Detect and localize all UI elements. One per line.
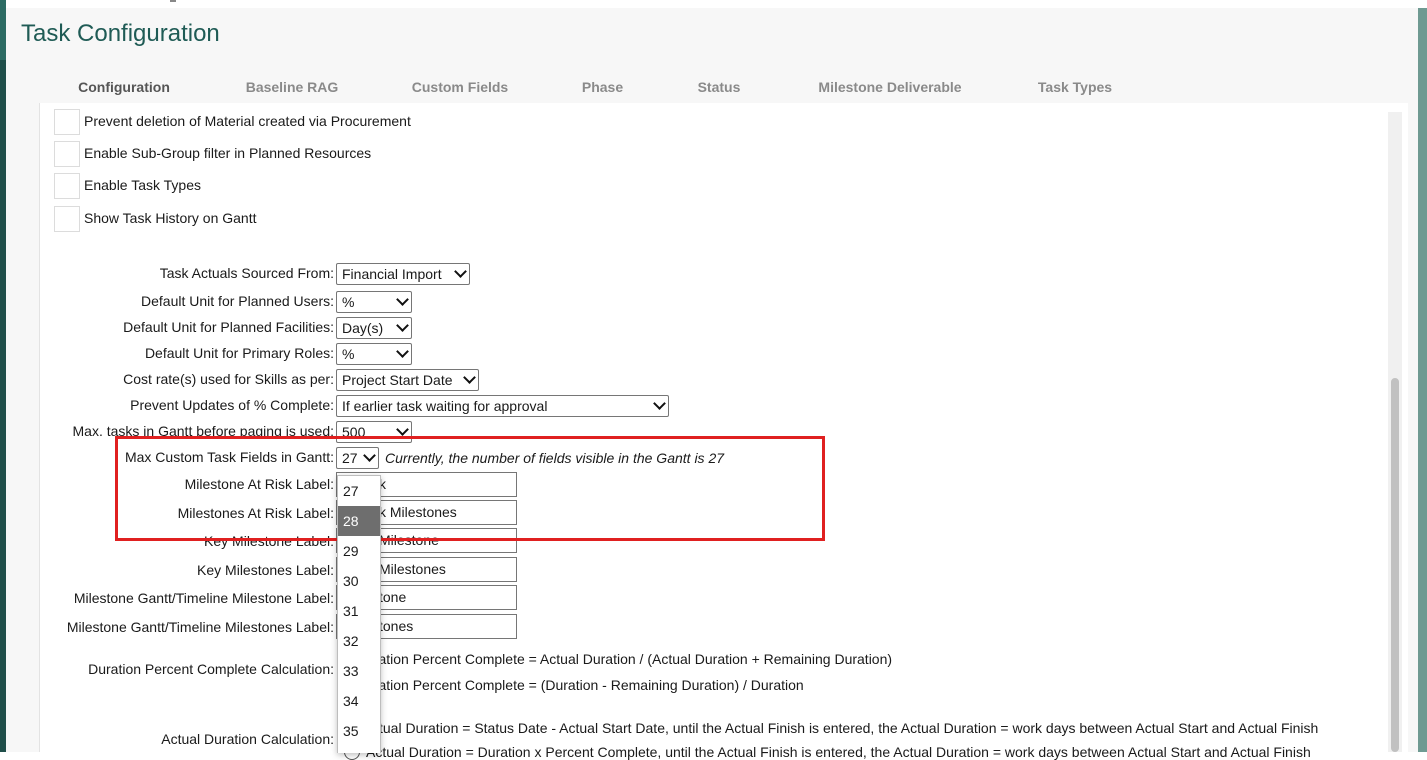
select-value: % [342, 346, 355, 362]
dropdown-option[interactable]: 35 [338, 716, 380, 746]
timeline-milestones-label: Milestone Gantt/Timeline Milestones Labe… [66, 619, 334, 635]
chevron-down-icon [463, 371, 476, 384]
task-actuals-select[interactable]: Financial Import [336, 263, 470, 285]
chevron-down-icon [396, 345, 409, 358]
dropdown-option[interactable]: 33 [338, 656, 380, 686]
select-value: Day(s) [342, 320, 384, 336]
select-value: % [342, 294, 355, 310]
select-value: Project Start Date [342, 372, 453, 388]
unit-planned-facilities-select[interactable]: Day(s) [336, 317, 412, 339]
unit-planned-facilities-label: Default Unit for Planned Facilities: [123, 319, 334, 335]
checkbox-label: Prevent deletion of Material created via… [84, 113, 411, 129]
dropdown-option[interactable]: 34 [338, 686, 380, 716]
top-strip [0, 0, 1427, 8]
unit-planned-users-select[interactable]: % [336, 291, 412, 313]
highlight-annotation-box [115, 436, 825, 541]
unit-planned-users-label: Default Unit for Planned Users: [141, 293, 334, 309]
cost-rate-select[interactable]: Project Start Date [336, 369, 479, 391]
prevent-updates-select[interactable]: If earlier task waiting for approval [336, 395, 669, 417]
duration-percent-label: Duration Percent Complete Calculation: [88, 661, 334, 677]
chevron-down-icon [396, 423, 409, 436]
radio-option-text: uration Percent Complete = Actual Durati… [366, 651, 893, 667]
dropdown-option[interactable]: 30 [338, 566, 380, 596]
select-value: If earlier task waiting for approval [342, 398, 548, 414]
max-custom-fields-dropdown-list[interactable]: 27 28 29 30 31 32 33 34 35 [337, 475, 381, 753]
task-actuals-label: Task Actuals Sourced From: [159, 265, 334, 281]
prevent-updates-label: Prevent Updates of % Complete: [130, 397, 334, 413]
dropdown-option[interactable]: 27 [338, 476, 380, 506]
checkbox-enable-task-types[interactable] [54, 173, 80, 199]
checkbox-prevent-deletion[interactable] [54, 109, 80, 135]
chevron-down-icon [653, 397, 666, 410]
dropdown-option[interactable]: 31 [338, 596, 380, 626]
unit-primary-roles-select[interactable]: % [336, 343, 412, 365]
checkbox-label: Enable Sub-Group filter in Planned Resou… [84, 145, 372, 161]
chevron-down-icon [396, 293, 409, 306]
dropdown-option[interactable]: 32 [338, 626, 380, 656]
timeline-milestone-label: Milestone Gantt/Timeline Milestone Label… [73, 590, 334, 606]
dropdown-option-highlighted[interactable]: 28 [338, 506, 380, 536]
vertical-scrollbar[interactable] [1388, 112, 1402, 752]
checkbox-task-history[interactable] [54, 206, 80, 232]
radio-option-text: ctual Duration = Status Date - Actual St… [372, 720, 1319, 736]
top-indicator [170, 0, 176, 2]
page-title: Task Configuration [21, 20, 220, 47]
actual-duration-label: Actual Duration Calculation: [161, 731, 334, 747]
checkbox-label: Show Task History on Gantt [84, 210, 257, 226]
radio-option-text: Actual Duration = Duration x Percent Com… [366, 744, 1311, 760]
checkbox-label: Enable Task Types [84, 177, 202, 193]
cost-rate-label: Cost rate(s) used for Skills as per: [123, 371, 334, 387]
right-edge-strip [1418, 8, 1427, 752]
scrollbar-thumb[interactable] [1391, 378, 1399, 752]
dropdown-option[interactable]: 29 [338, 536, 380, 566]
select-value: Financial Import [342, 266, 442, 282]
radio-option-text: uration Percent Complete = (Duration - R… [366, 677, 804, 693]
chevron-down-icon [454, 265, 467, 278]
checkbox-sub-group-filter[interactable] [54, 141, 80, 167]
key-milestones-label: Key Milestones Label: [197, 562, 334, 578]
unit-primary-roles-label: Default Unit for Primary Roles: [144, 345, 334, 361]
chevron-down-icon [396, 319, 409, 332]
